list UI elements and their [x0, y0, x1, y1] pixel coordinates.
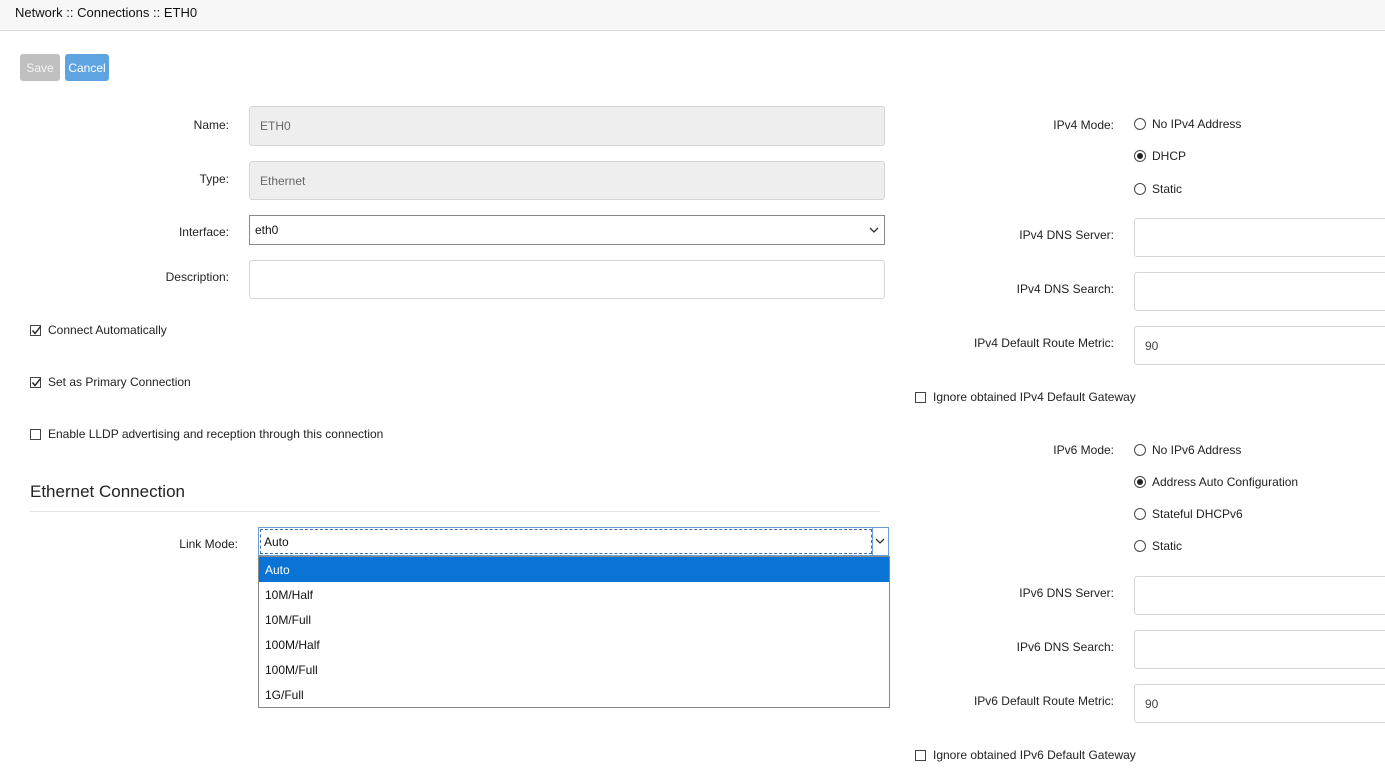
interface-value: eth0 — [255, 223, 279, 237]
link-mode-option[interactable]: 10M/Full — [259, 607, 889, 632]
link-mode-value: Auto — [260, 529, 872, 554]
link-mode-option[interactable]: 1G/Full — [259, 682, 889, 707]
ipv6-radio-none[interactable] — [1134, 444, 1146, 456]
ipv4-radio-none[interactable] — [1134, 118, 1146, 130]
connect-automatically-label: Connect Automatically — [48, 323, 167, 337]
ipv4-ignore-gateway-label: Ignore obtained IPv4 Default Gateway — [933, 390, 1136, 404]
ipv4-metric-value: 90 — [1145, 338, 1159, 353]
link-mode-dropdown-list: Auto 10M/Half 10M/Full 100M/Half 100M/Fu… — [258, 556, 890, 708]
ipv4-mode-option-dhcp[interactable]: DHCP — [1134, 149, 1186, 163]
ipv4-dns-server-field[interactable] — [1134, 218, 1385, 257]
lldp-label: Enable LLDP advertising and reception th… — [48, 427, 384, 441]
save-button[interactable]: Save — [20, 54, 60, 81]
link-mode-dropdown-button[interactable] — [872, 528, 888, 555]
ipv4-ignore-gateway-checkbox[interactable] — [915, 391, 926, 403]
chevron-down-icon — [869, 227, 879, 233]
link-mode-select[interactable]: Auto — [258, 527, 889, 556]
ipv6-ignore-gateway-label: Ignore obtained IPv6 Default Gateway — [933, 748, 1136, 762]
ipv6-mode-label: IPv6 Mode: — [1053, 443, 1114, 457]
ipv6-mode-option-static[interactable]: Static — [1134, 539, 1182, 553]
connect-automatically-checkbox[interactable] — [30, 324, 42, 336]
ipv6-mode-option-label: Stateful DHCPv6 — [1152, 507, 1243, 521]
type-value: Ethernet — [260, 173, 306, 188]
ipv6-ignore-gateway-checkbox[interactable] — [915, 749, 926, 761]
ipv4-metric-label: IPv4 Default Route Metric: — [973, 336, 1114, 350]
top-bar: Network :: Connections :: ETH0 — [0, 0, 1385, 31]
primary-connection-row[interactable]: Set as Primary Connection — [30, 375, 191, 389]
check-icon — [31, 325, 42, 335]
ipv4-mode-option-label: DHCP — [1152, 149, 1187, 163]
ipv6-radio-auto[interactable] — [1134, 476, 1146, 488]
cancel-button[interactable]: Cancel — [65, 54, 109, 81]
section-divider — [30, 511, 880, 512]
name-field[interactable]: ETH0 — [249, 106, 885, 146]
ipv4-mode-option-none[interactable]: No IPv4 Address — [1134, 117, 1241, 131]
link-mode-option[interactable]: 100M/Half — [259, 632, 889, 657]
ipv6-ignore-gateway-row[interactable]: Ignore obtained IPv6 Default Gateway — [915, 748, 1136, 762]
name-value: ETH0 — [260, 119, 291, 133]
ipv6-dns-server-field[interactable] — [1134, 576, 1385, 615]
lldp-row[interactable]: Enable LLDP advertising and reception th… — [30, 427, 383, 441]
ipv6-mode-option-label: Static — [1152, 539, 1183, 553]
lldp-checkbox[interactable] — [30, 428, 41, 440]
ipv6-radio-dhcpv6[interactable] — [1134, 508, 1146, 520]
link-mode-label: Link Mode: — [179, 537, 238, 551]
ipv4-ignore-gateway-row[interactable]: Ignore obtained IPv4 Default Gateway — [915, 390, 1136, 404]
ipv4-mode-option-label: Static — [1152, 182, 1183, 196]
primary-connection-label: Set as Primary Connection — [48, 375, 191, 389]
ipv6-mode-option-dhcpv6[interactable]: Stateful DHCPv6 — [1134, 507, 1243, 521]
link-mode-option[interactable]: 100M/Full — [259, 657, 889, 682]
interface-select[interactable]: eth0 — [249, 215, 885, 245]
ipv4-metric-field[interactable]: 90 — [1134, 326, 1385, 365]
primary-connection-checkbox[interactable] — [30, 376, 42, 388]
ipv6-dns-search-label: IPv6 DNS Search: — [1016, 640, 1114, 654]
ipv6-mode-option-label: No IPv6 Address — [1152, 443, 1242, 457]
link-mode-option[interactable]: Auto — [259, 557, 889, 582]
ipv4-radio-static[interactable] — [1134, 183, 1146, 195]
type-label: Type: — [199, 172, 229, 186]
ipv6-dns-server-label: IPv6 DNS Server: — [1019, 586, 1114, 600]
type-field[interactable]: Ethernet — [249, 161, 885, 200]
ipv4-radio-dhcp[interactable] — [1134, 150, 1146, 162]
ipv6-metric-label: IPv6 Default Route Metric: — [973, 694, 1114, 708]
ipv4-dns-search-field[interactable] — [1134, 272, 1385, 311]
ipv6-mode-option-none[interactable]: No IPv6 Address — [1134, 443, 1241, 457]
ipv6-metric-value: 90 — [1145, 696, 1159, 711]
check-icon — [31, 377, 42, 387]
ipv4-mode-option-label: No IPv4 Address — [1152, 117, 1242, 131]
ipv4-mode-label: IPv4 Mode: — [1053, 118, 1114, 132]
connect-automatically-row[interactable]: Connect Automatically — [30, 323, 167, 337]
ipv6-mode-option-auto[interactable]: Address Auto Configuration — [1134, 475, 1298, 489]
ipv6-metric-field[interactable]: 90 — [1134, 684, 1385, 723]
ethernet-section-title: Ethernet Connection — [30, 482, 185, 501]
ipv4-dns-server-label: IPv4 DNS Server: — [1019, 228, 1114, 242]
ipv6-dns-search-field[interactable] — [1134, 630, 1385, 669]
ipv6-radio-static[interactable] — [1134, 540, 1146, 552]
name-label: Name: — [193, 118, 229, 132]
description-field[interactable] — [249, 260, 885, 299]
link-mode-option[interactable]: 10M/Half — [259, 582, 889, 607]
chevron-down-icon — [875, 538, 885, 544]
description-label: Description: — [165, 270, 229, 284]
ipv4-dns-search-label: IPv4 DNS Search: — [1016, 282, 1114, 296]
interface-label: Interface: — [178, 225, 229, 239]
ipv4-mode-option-static[interactable]: Static — [1134, 182, 1182, 196]
breadcrumb: Network :: Connections :: ETH0 — [15, 5, 198, 20]
ipv6-mode-option-label: Address Auto Configuration — [1152, 475, 1299, 489]
